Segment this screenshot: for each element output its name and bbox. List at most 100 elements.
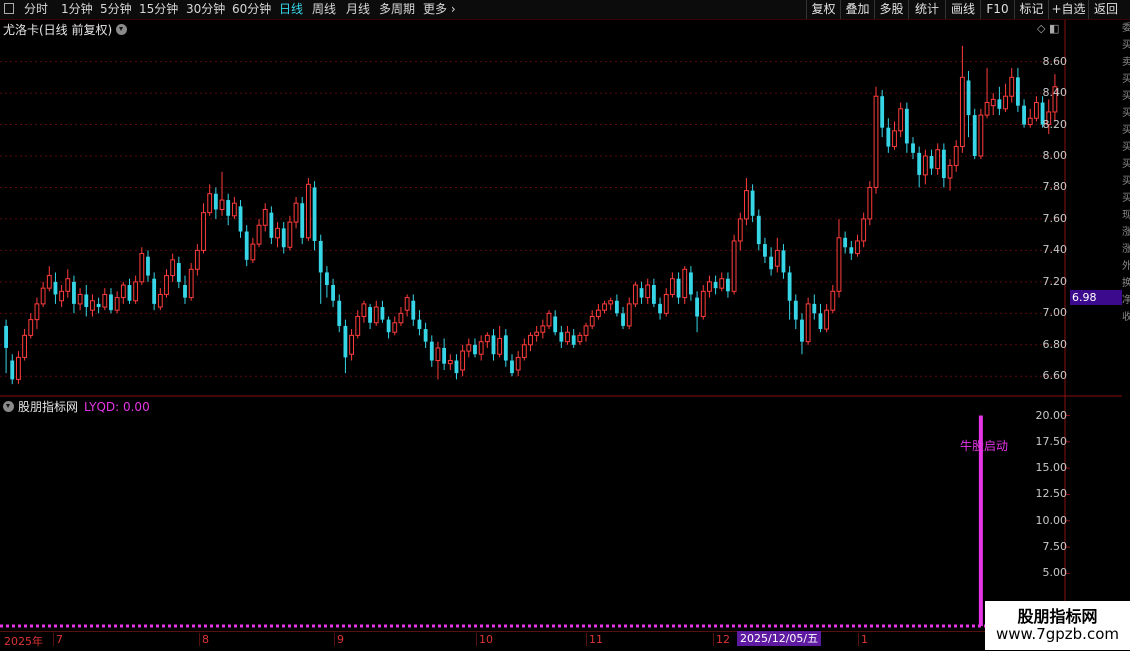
candle-body [830, 290, 836, 311]
quote-panel-char: 买 [1122, 74, 1130, 85]
tab-15min[interactable]: 15分钟 [139, 2, 178, 17]
draw-line-button[interactable]: 画线 [945, 0, 980, 19]
indicator-tick-label: 10.00 [1035, 513, 1068, 527]
f10-button[interactable]: F10 [980, 0, 1014, 19]
candle-body [1027, 117, 1033, 126]
signal-label: 牛股启动 [960, 439, 1009, 453]
candle-body [608, 300, 614, 305]
candle-body [53, 281, 58, 295]
maximize-icon[interactable]: ◧ [1049, 22, 1059, 35]
candle-body [521, 344, 527, 358]
quote-panel-char: 涨 [1122, 244, 1130, 255]
candle-body [368, 307, 373, 323]
candle-body [219, 199, 225, 210]
quote-panel-edge: 委买卖买买买买买买买买现涨涨外换净收 [1122, 20, 1130, 630]
indicator-tick-label: 7.50 [1042, 540, 1068, 554]
candle-body [380, 307, 385, 320]
stats-button[interactable]: 统计 [908, 0, 945, 19]
fuquan-button[interactable]: 复权 [806, 0, 840, 19]
candle-body [176, 262, 181, 282]
candle-body [911, 143, 915, 153]
candle-body [621, 313, 625, 326]
date-label: 11 [586, 633, 603, 646]
candle-body [250, 243, 256, 261]
quote-panel-char: 买 [1122, 159, 1130, 170]
candle-body [639, 288, 644, 298]
tab-fenshi[interactable]: 分时 [24, 2, 48, 17]
candle-body [663, 293, 669, 314]
candle-body [849, 247, 854, 254]
date-label: 7 [53, 633, 63, 646]
candle-body [737, 218, 743, 242]
candle-body [1009, 76, 1015, 97]
current-price-tag: 6.98 [1070, 290, 1122, 305]
candle-body [22, 334, 28, 358]
tab-1min[interactable]: 1分钟 [61, 2, 93, 17]
tab-weekly[interactable]: 周线 [312, 2, 336, 17]
candle-body [331, 285, 335, 301]
candle-body [540, 325, 546, 333]
candle-body [867, 186, 873, 220]
candle-body [800, 319, 804, 342]
tab-monthly[interactable]: 月线 [346, 2, 370, 17]
back-button[interactable]: 返回 [1088, 0, 1123, 19]
tab-30min[interactable]: 30分钟 [186, 2, 225, 17]
candle-body [120, 284, 126, 299]
candle-body [102, 293, 108, 308]
candle-body [781, 250, 786, 273]
diamond-icon[interactable]: ◇ [1037, 22, 1045, 35]
tab-more[interactable]: 更多 › [423, 2, 456, 17]
mark-button[interactable]: 标记 [1014, 0, 1048, 19]
candle-body [682, 268, 688, 299]
price-tick-label: 6.80 [1042, 337, 1068, 351]
indicator-name: 股朋指标网 [18, 400, 79, 414]
date-axis: 2025年 7 8 9 10 11 12 1 [0, 631, 1065, 651]
multi-stock-button[interactable]: 多股 [874, 0, 908, 19]
chevron-down-icon[interactable] [3, 401, 14, 412]
price-tick-label: 7.40 [1042, 243, 1068, 257]
candle-body [886, 127, 891, 147]
tab-multi-period[interactable]: 多周期 [379, 2, 415, 17]
window-icon[interactable] [4, 3, 14, 14]
candle-body [275, 227, 280, 239]
candle-body [669, 278, 675, 295]
quote-panel-char: 买 [1122, 40, 1130, 51]
candle-body [695, 297, 699, 317]
candle-body [349, 334, 354, 355]
tab-5min[interactable]: 5分钟 [100, 2, 132, 17]
candle-body [133, 281, 139, 302]
indicator-tick-label: 15.00 [1035, 461, 1068, 475]
chevron-down-icon[interactable] [116, 24, 128, 35]
candle-body [361, 303, 367, 317]
price-tick-label: 8.00 [1042, 149, 1068, 162]
candle-body [238, 206, 243, 232]
candle-body [898, 108, 904, 132]
candle-body [990, 98, 996, 107]
candle-body [337, 300, 342, 326]
candle-body [645, 284, 651, 299]
candle-body [904, 108, 909, 144]
candle-body [244, 231, 249, 260]
candle-body [1003, 95, 1008, 110]
candle-body [818, 313, 823, 330]
candle-body [287, 221, 293, 248]
candle-body [812, 303, 817, 314]
candlestick-chart[interactable] [0, 0, 1130, 650]
candle-body [1033, 102, 1039, 119]
overlay-button[interactable]: 叠加 [840, 0, 874, 19]
candle-body [769, 256, 774, 270]
tab-daily[interactable]: 日线 [279, 2, 303, 17]
pane-controls: ◇ ◧ [1037, 22, 1059, 35]
quote-panel-char: 涨 [1122, 227, 1130, 238]
candle-body [503, 335, 508, 361]
candle-body [700, 290, 706, 317]
price-tick-label: 6.60 [1042, 369, 1068, 383]
candle-body [750, 190, 755, 216]
price-tick-label: 8.20 [1042, 117, 1068, 131]
add-watchlist-button[interactable]: +自选 [1048, 0, 1088, 19]
candle-body [861, 218, 867, 242]
tab-60min[interactable]: 60分钟 [232, 2, 271, 17]
candle-body [46, 275, 52, 289]
candle-body [10, 360, 15, 380]
candle-body [466, 344, 472, 352]
